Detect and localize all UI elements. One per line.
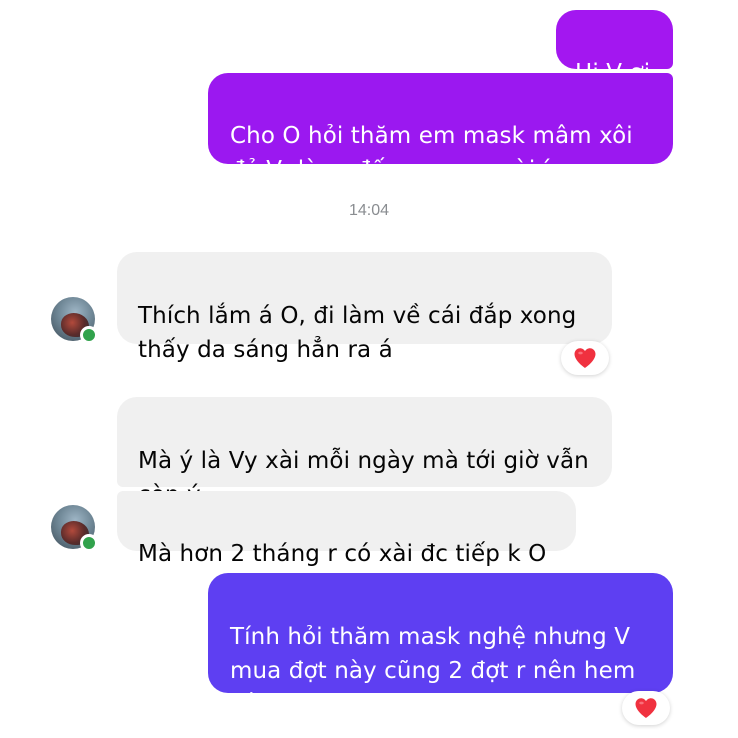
online-status-dot: [80, 534, 98, 552]
heart-icon: [635, 698, 657, 718]
message-bubble-incoming[interactable]: Mà ý là Vy xài mỗi ngày mà tới giờ vẫn c…: [117, 397, 612, 508]
message-text: Cho O hỏi thăm em mask mâm xôi đỏ V dùng…: [230, 123, 633, 183]
message-bubble-outgoing[interactable]: Cho O hỏi thăm em mask mâm xôi đỏ V dùng…: [208, 73, 673, 183]
contact-avatar[interactable]: [51, 505, 98, 552]
online-status-dot: [80, 326, 98, 344]
message-bubble-outgoing[interactable]: Tính hỏi thăm mask nghệ nhưng V mua đợt …: [208, 573, 673, 718]
message-bubble-incoming[interactable]: Thích lắm á O, đi làm về cái đắp xong th…: [117, 252, 612, 363]
message-reaction[interactable]: [561, 341, 609, 375]
message-text: Mà hơn 2 tháng r có xài đc tiếp k O: [138, 541, 547, 567]
heart-icon: [574, 348, 596, 368]
message-bubble-incoming[interactable]: Mà hơn 2 tháng r có xài đc tiếp k O: [117, 491, 576, 567]
timestamp: 14:04: [348, 202, 390, 219]
contact-avatar[interactable]: [51, 297, 98, 344]
message-bubble-outgoing[interactable]: Hi V ơi: [556, 10, 673, 86]
message-text: Thích lắm á O, đi làm về cái đắp xong th…: [138, 303, 577, 363]
message-reaction[interactable]: [622, 691, 670, 725]
message-text: Tính hỏi thăm mask nghệ nhưng V mua đợt …: [230, 624, 636, 718]
